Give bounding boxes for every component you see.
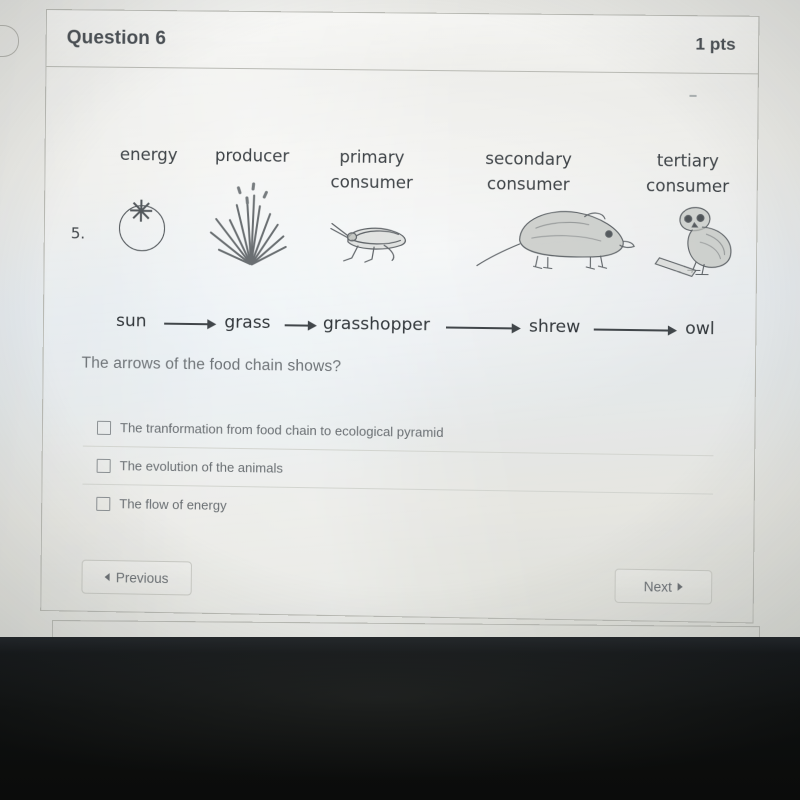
answer-label-1: The tranformation from food chain to eco… [119, 420, 444, 441]
photo-dark-band [0, 637, 800, 800]
chevron-left-icon [104, 573, 110, 582]
dash-mark [689, 94, 697, 97]
answer-checkbox-3[interactable] [96, 496, 111, 511]
sun-drawing [103, 193, 180, 266]
next-button[interactable]: Next [614, 568, 713, 605]
owl-drawing [649, 199, 758, 281]
grasshopper-drawing [321, 211, 422, 269]
trophic-label-energy: energy [119, 144, 178, 165]
answer-options-list: The tranformation from food chain to eco… [82, 408, 714, 532]
question-card-header: Question 6 1 pts [46, 10, 759, 75]
quiz-navigation: Previous Next [81, 559, 713, 611]
chain-node-shrew: shrew [528, 316, 581, 338]
arrow-grasshopper-to-shrew [445, 322, 521, 334]
answer-label-3: The flow of energy [119, 496, 227, 513]
answer-checkbox-2[interactable] [96, 458, 111, 473]
points-badge: 1 pts [695, 34, 736, 54]
previous-button[interactable]: Previous [81, 559, 192, 596]
previous-button-label: Previous [115, 569, 169, 586]
next-button-label: Next [643, 578, 672, 595]
trophic-label-producer: producer [214, 145, 290, 166]
trophic-label-primary-consumer: primary consumer [330, 147, 413, 193]
food-chain-figure: 5. energy producer primary consumer seco… [58, 120, 756, 319]
question-card: Question 6 1 pts 5. energy producer prim… [40, 9, 760, 624]
shrew-drawing [475, 199, 638, 274]
grass-drawing [207, 180, 294, 267]
trophic-label-tertiary-consumer: tertiary consumer [645, 150, 730, 196]
chain-node-sun: sun [115, 310, 147, 332]
chain-node-grass: grass [224, 312, 271, 334]
answer-label-2: The evolution of the animals [119, 458, 283, 476]
chain-node-grasshopper: grasshopper [322, 313, 431, 336]
arrow-grass-to-grasshopper [284, 320, 317, 331]
answer-checkbox-1[interactable] [96, 420, 112, 435]
arrow-shrew-to-owl [593, 324, 678, 336]
page-title: Question 6 [66, 27, 167, 50]
question-text: The arrows of the food chain shows? [81, 354, 342, 376]
photographed-screen: Question 6 1 pts 5. energy producer prim… [0, 0, 800, 658]
figure-item-number: 5. [70, 224, 86, 243]
hexagon-icon [0, 25, 19, 57]
trophic-label-secondary-consumer: secondary consumer [485, 149, 572, 195]
arrow-sun-to-grass [164, 319, 217, 330]
chevron-right-icon [677, 582, 684, 591]
chain-node-owl: owl [685, 318, 715, 340]
